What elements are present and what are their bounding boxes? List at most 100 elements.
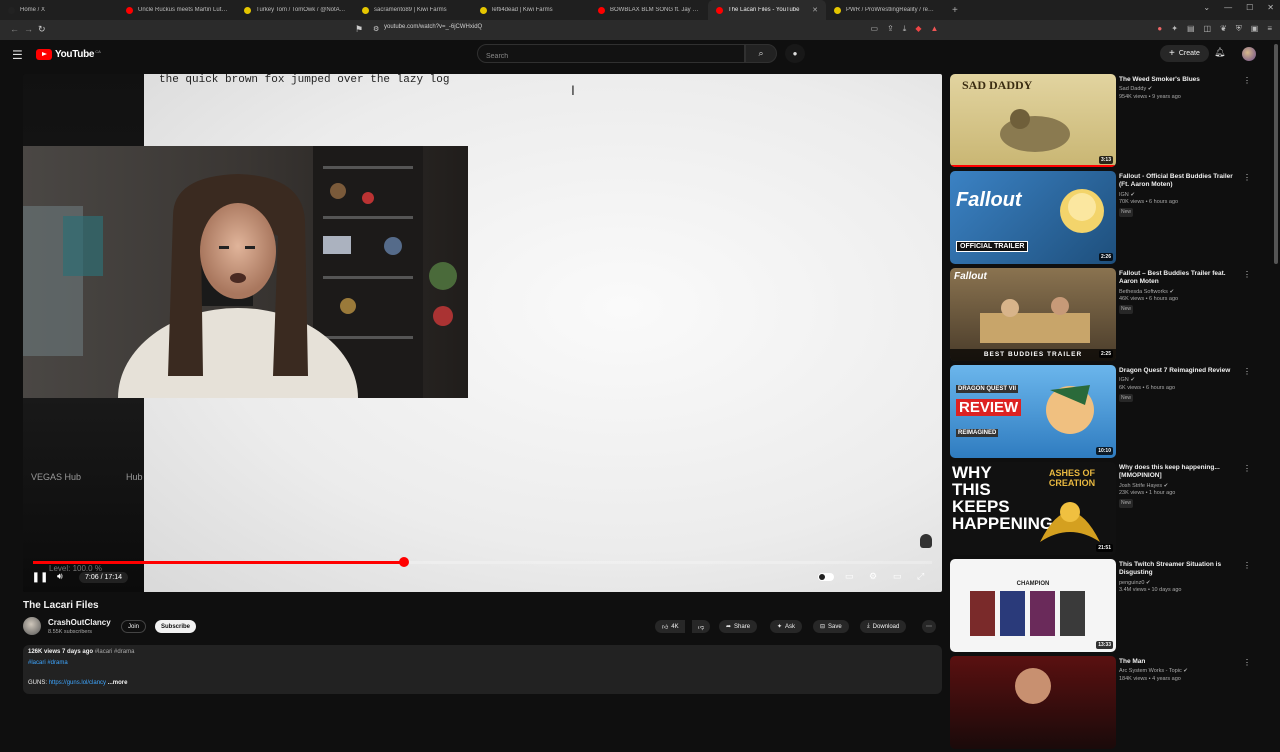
recommended-video[interactable]: CHAMPION 13:33 This Twitch Streamer Situ… (950, 559, 1272, 655)
browser-tab[interactable]: The Lacari Files - YouTube ✕ (708, 0, 826, 20)
voice-search-button[interactable]: ● (785, 44, 805, 63)
recommended-channel[interactable]: Sad Daddy (1119, 86, 1146, 92)
meta-hashtags[interactable]: #lacari #drama (95, 649, 135, 655)
browser-tab[interactable]: Turkey Tom / TomOwk / @NotATurk (236, 0, 354, 20)
recommended-title[interactable]: This Twitch Streamer Situation is Disgus… (1119, 561, 1239, 578)
recommended-channel[interactable]: Bethesda Softworks (1119, 289, 1168, 295)
more-link[interactable]: ...more (108, 680, 128, 686)
youtube-logo[interactable]: YouTube CA (36, 49, 101, 60)
extension-puzzle-icon[interactable]: ✦ (1171, 24, 1178, 34)
video-thumbnail[interactable]: Fallout OFFICIAL TRAILER 2:26 (950, 171, 1116, 264)
more-vertical-icon[interactable]: ⋮ (1243, 464, 1251, 473)
theater-mode-icon[interactable]: ▭ (893, 571, 902, 582)
download-status-icon[interactable]: ⤓ (903, 24, 907, 34)
recommended-video[interactable]: WHY THIS KEEPS HAPPENING ASHES OF CREATI… (950, 462, 1272, 558)
recommended-video[interactable]: Fallout BEST BUDDIES TRAILER 2:25 Fallou… (950, 268, 1272, 364)
url-field[interactable]: youtube.com/watch?v=_-6jCWHxidQ (384, 24, 482, 30)
captions-icon[interactable]: ▭ (845, 571, 854, 582)
recommended-channel[interactable]: Arc System Works - Topic (1119, 668, 1182, 674)
channel-avatar[interactable] (23, 617, 41, 635)
recommended-title[interactable]: Dragon Quest 7 Reimagined Review (1119, 367, 1239, 375)
more-vertical-icon[interactable]: ⋮ (1243, 561, 1251, 570)
recommended-video[interactable]: SAD DADDY 3:13 The Weed Smoker's Blues S… (950, 74, 1272, 170)
recommended-title[interactable]: Fallout – Best Buddies Trailer feat. Aar… (1119, 270, 1239, 287)
video-player[interactable]: the quick brown fox jumped over the lazy… (23, 74, 942, 592)
more-vertical-icon[interactable]: ⋮ (1243, 658, 1251, 667)
search-input[interactable] (478, 48, 744, 65)
page-scrollbar[interactable] (1274, 44, 1278, 264)
video-thumbnail[interactable]: Fallout BEST BUDDIES TRAILER 2:25 (950, 268, 1116, 361)
video-thumbnail[interactable]: CHAMPION 13:33 (950, 559, 1116, 652)
pause-icon[interactable]: ❚❚ (32, 570, 49, 584)
bookmark-icon[interactable]: ⚑ (355, 24, 363, 35)
recommended-title[interactable]: Why does this keep happening... [MMOPINI… (1119, 464, 1239, 481)
recommended-video[interactable]: The Man Arc System Works - Topic ✔ 184K … (950, 656, 1272, 752)
vpn-icon[interactable]: ⛨ (1236, 24, 1242, 34)
wallet-icon[interactable]: ▣ (1251, 24, 1259, 34)
minimize-icon[interactable]: — (1224, 3, 1232, 12)
recommended-title[interactable]: The Weed Smoker's Blues (1119, 76, 1239, 84)
reload-icon[interactable]: ↻ (38, 24, 46, 35)
extension-book-icon[interactable]: ▤ (1187, 24, 1195, 34)
share-button[interactable]: ➦ Share (719, 620, 758, 633)
more-vertical-icon[interactable]: ⋮ (1243, 270, 1251, 279)
browser-tab[interactable]: sacramento89 | Kiwi Farms (354, 0, 472, 20)
channel-name[interactable]: CrashOutClancy (48, 618, 111, 627)
rewards-icon[interactable]: ▲ (930, 24, 938, 34)
subscribe-button[interactable]: Subscribe (155, 620, 197, 633)
recommended-channel[interactable]: IGN (1119, 192, 1129, 198)
recommended-title[interactable]: Fallout - Official Best Buddies Trailer … (1119, 173, 1239, 190)
fullscreen-icon[interactable]: ⤢ (917, 571, 924, 582)
close-window-icon[interactable]: ✕ (1267, 3, 1274, 12)
browser-tab[interactable]: Home / X (0, 0, 118, 20)
recommended-channel[interactable]: IGN (1119, 377, 1129, 383)
forward-icon[interactable]: → (24, 24, 33, 34)
more-vertical-icon[interactable]: ⋮ (1243, 76, 1251, 85)
search-box[interactable] (477, 44, 745, 65)
recommended-video[interactable]: DRAGON QUEST VII REVIEW REIMAGINED 10:10… (950, 365, 1272, 461)
video-thumbnail[interactable]: DRAGON QUEST VII REVIEW REIMAGINED 10:10 (950, 365, 1116, 458)
extension-leaf-icon[interactable]: ❦ (1220, 24, 1227, 34)
more-vertical-icon[interactable]: ⋮ (1243, 367, 1251, 376)
sidebar-toggle-icon[interactable]: ◫ (1204, 24, 1212, 34)
ask-button[interactable]: ✦ Ask (770, 620, 803, 633)
like-button[interactable]: 👍︎ 4K (655, 620, 685, 633)
video-thumbnail[interactable]: WHY THIS KEEPS HAPPENING ASHES OF CREATI… (950, 462, 1116, 555)
maximize-icon[interactable]: ☐ (1246, 3, 1253, 12)
more-vertical-icon[interactable]: ⋮ (1243, 173, 1251, 182)
extension-fox-icon[interactable]: ● (1157, 24, 1162, 34)
video-thumbnail[interactable]: SAD DADDY 3:13 (950, 74, 1116, 167)
search-button[interactable]: ⌕ (745, 44, 777, 63)
download-button[interactable]: ⤓ Download (860, 620, 907, 633)
browser-tab[interactable]: lefti4dead | Kiwi Farms (472, 0, 590, 20)
progress-bar[interactable] (33, 557, 932, 567)
site-info-icon[interactable]: ⚙ (373, 25, 379, 33)
recommended-title[interactable]: The Man (1119, 658, 1239, 666)
more-actions-button[interactable]: ⋯ (922, 620, 936, 633)
dislike-button[interactable]: 👎︎ (692, 620, 711, 633)
new-tab-icon[interactable]: + (944, 5, 966, 16)
account-avatar[interactable] (1242, 47, 1256, 61)
tab-close-icon[interactable]: ✕ (812, 6, 818, 14)
hamburger-menu-icon[interactable]: ☰ (12, 48, 23, 62)
save-button[interactable]: ⊟ Save (813, 620, 849, 633)
share-page-icon[interactable]: ⇪ (887, 24, 894, 34)
create-button[interactable]: + Create (1160, 45, 1209, 62)
description-box[interactable]: 126K views 7 days ago #lacari #drama #la… (23, 645, 942, 694)
brave-shield-icon[interactable]: ◆ (915, 24, 921, 34)
recommended-video[interactable]: Fallout OFFICIAL TRAILER 2:26 Fallout - … (950, 171, 1272, 267)
recommended-channel[interactable]: Josh Strife Hayes (1119, 483, 1162, 489)
browser-menu-icon[interactable]: ≡ (1267, 24, 1272, 34)
browser-tab[interactable]: BOWBLAX BLM SONG ft. Jay Z, Emin (590, 0, 708, 20)
recommended-channel[interactable]: penguinz0 (1119, 580, 1144, 586)
progress-scrubber[interactable] (398, 557, 409, 567)
volume-icon[interactable]: 🔊︎ (57, 571, 63, 582)
settings-gear-icon[interactable]: ⚙ (869, 571, 877, 582)
description-hashtags[interactable]: #lacari #drama (28, 660, 68, 666)
tab-search-icon[interactable]: ⌄ (1203, 3, 1210, 12)
back-icon[interactable]: ← (10, 24, 19, 34)
browser-tab[interactable]: Uncle Ruckus meets Martin Luther K (118, 0, 236, 20)
autoplay-toggle[interactable] (818, 573, 834, 581)
join-button[interactable]: Join (121, 620, 147, 633)
notifications-bell-icon[interactable]: 🔔︎ (1214, 47, 1225, 58)
